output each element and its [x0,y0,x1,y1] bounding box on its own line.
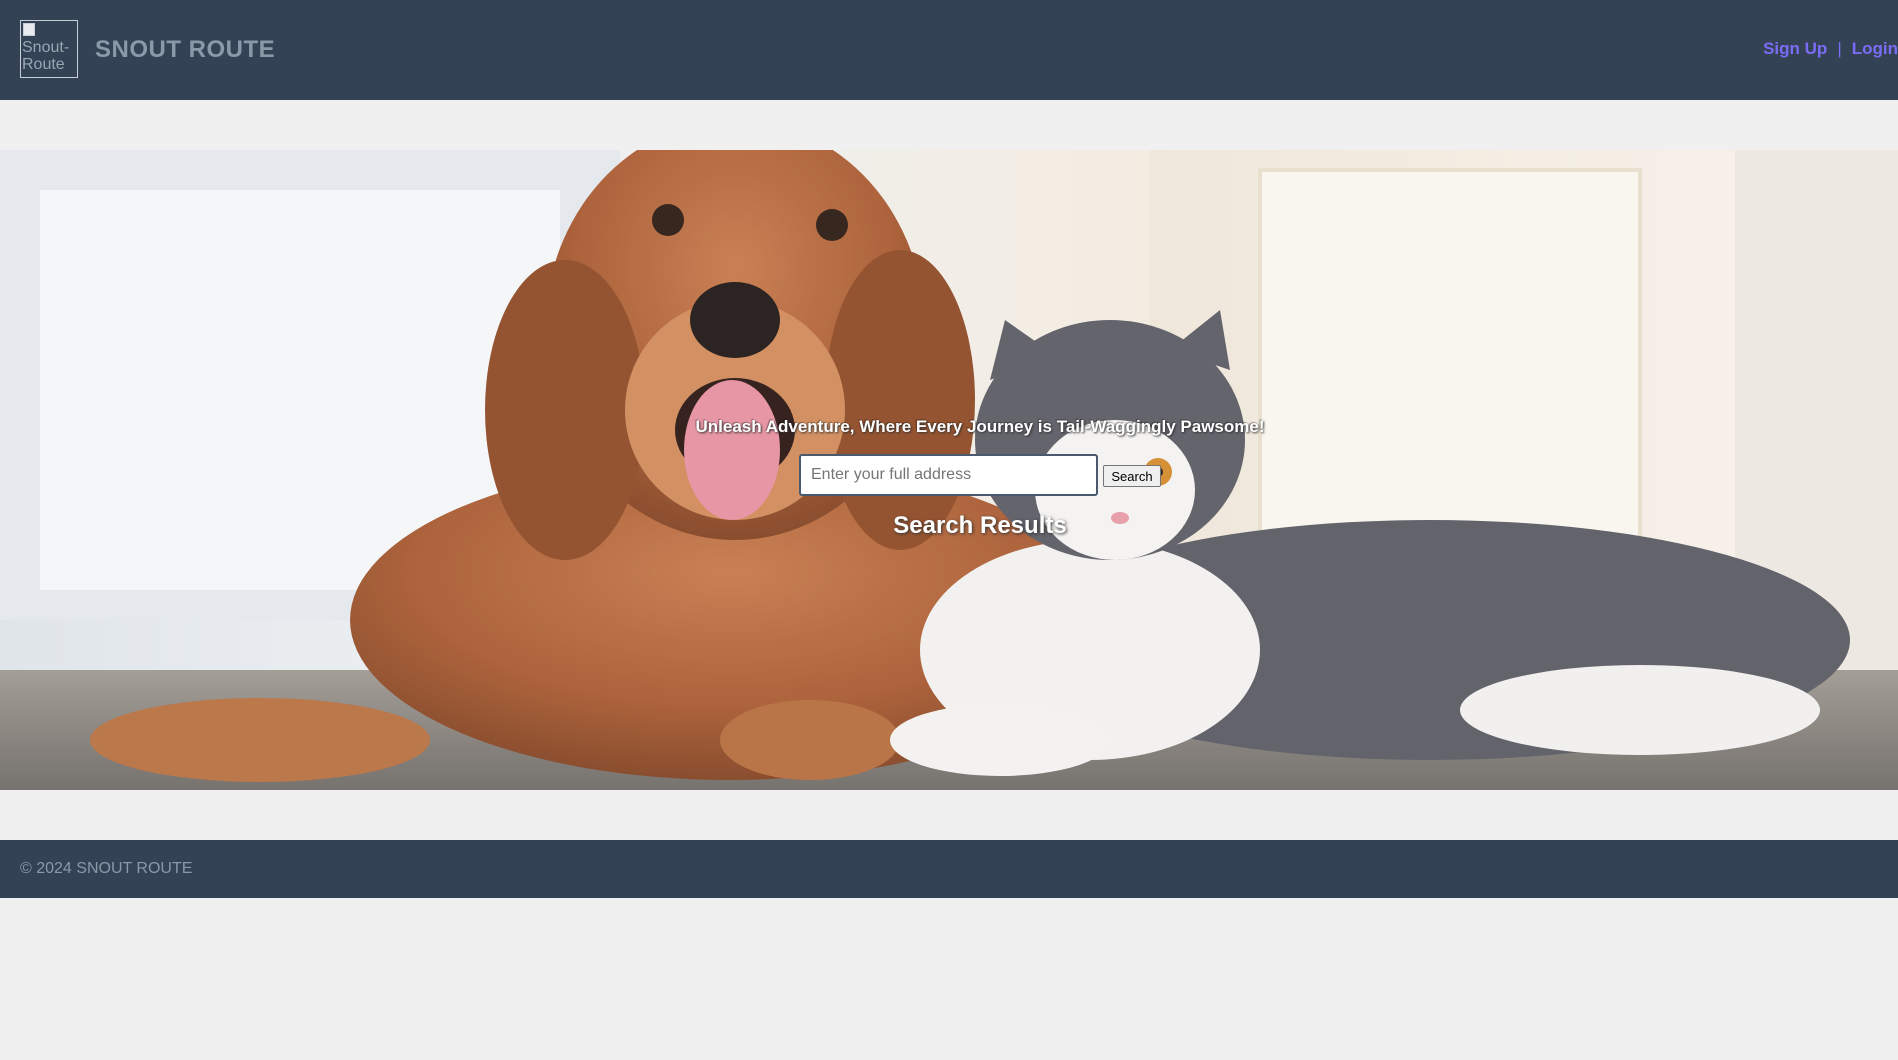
broken-image-icon [22,22,36,36]
hero-tagline: Unleash Adventure, Where Every Journey i… [695,417,1265,436]
login-link[interactable]: Login [1852,39,1898,58]
search-button[interactable]: Search [1103,465,1161,487]
hero-banner: Unleash Adventure, Where Every Journey i… [0,150,1898,790]
search-results-heading: Search Results [893,512,1067,539]
site-footer: © 2024 SNOUT ROUTE [0,840,1898,898]
site-header: Snout-Route SNOUT ROUTE Sign Up | Login [0,0,1898,100]
signup-link[interactable]: Sign Up [1763,39,1827,58]
copyright-text: © 2024 SNOUT ROUTE [20,860,193,877]
logo-image[interactable]: Snout-Route [20,20,78,78]
brand-name[interactable]: SNOUT ROUTE [95,36,275,64]
logo-alt-text: Snout-Route [22,39,70,73]
auth-links: Sign Up | Login [1763,39,1898,59]
auth-separator: | [1837,39,1842,58]
address-search-input[interactable] [799,454,1098,496]
